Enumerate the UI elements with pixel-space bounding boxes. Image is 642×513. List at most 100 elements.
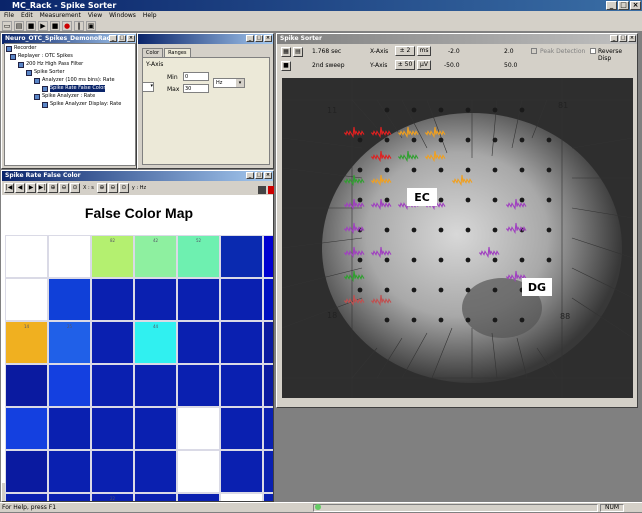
y-zoom-fit-icon[interactable]: ⊙	[118, 183, 129, 193]
yaxis-select[interactable]: ± 50	[395, 60, 415, 70]
tree-item[interactable]: Spike Sorter	[26, 69, 65, 76]
unit-select[interactable]: Hz ▾	[213, 78, 245, 88]
first-icon[interactable]: |◀	[4, 183, 14, 193]
unit-select-value: Hz	[216, 80, 223, 86]
max-field[interactable]	[183, 84, 209, 93]
props-close-button[interactable]: ×	[264, 35, 272, 42]
next-icon[interactable]: ▶	[26, 183, 36, 193]
menu-windows[interactable]: Windows	[109, 11, 136, 20]
left-select[interactable]: ▾	[142, 82, 154, 92]
min-field[interactable]	[183, 72, 209, 81]
tree-item[interactable]: Recorder	[6, 45, 36, 52]
x-unit-label: X : s	[83, 185, 94, 191]
save-icon[interactable]: ■	[281, 61, 291, 71]
grid-cell	[220, 407, 263, 450]
fcm-maximize-button[interactable]: □	[255, 172, 263, 179]
electrode-dot	[411, 167, 417, 173]
electrode-dot	[438, 227, 444, 233]
yaxis-unit[interactable]: µV	[417, 60, 431, 70]
rack-maximize-button[interactable]: □	[118, 35, 126, 42]
fcm-toolbar: |◀ ◀ ▶ ▶| ⊕ ⊖ ⊙ X : s ⊕ ⊖ ⊙ y : Hz	[2, 181, 273, 195]
fcm-minimize-button[interactable]: _	[246, 172, 254, 179]
status-progress-panel	[313, 504, 598, 512]
menu-edit[interactable]: Edit	[21, 11, 33, 20]
xaxis-select[interactable]: ± 2	[395, 46, 415, 56]
electrode-dot	[384, 227, 390, 233]
pause-icon[interactable]: ‖	[74, 21, 84, 31]
y-zoom-in-icon[interactable]: ⊕	[96, 183, 107, 193]
y-unit-label: y : Hz	[131, 185, 147, 191]
tree-item-selected[interactable]: Spike Rate False Color	[42, 85, 106, 92]
grid-cell	[134, 493, 177, 501]
grid-cell	[91, 450, 134, 493]
fcm-heading: False Color Map	[84, 205, 194, 221]
peak-detection-checkbox[interactable]	[531, 48, 537, 54]
grid-cell	[220, 278, 263, 321]
electrode-dot	[384, 317, 390, 323]
open-icon[interactable]: ▤	[14, 21, 24, 31]
props-minimize-button[interactable]: _	[246, 35, 254, 42]
grid-cell	[48, 493, 91, 501]
ss-close-button[interactable]: ×	[628, 35, 636, 42]
tree-item[interactable]: Spike Analyzer Display: Rate	[42, 101, 121, 108]
analyzer-icon	[34, 93, 40, 100]
zoom-in-icon[interactable]: ⊕	[48, 183, 58, 193]
maximize-button[interactable]: □	[618, 1, 629, 10]
color-grid: 82 42 52 14 25 44 22	[5, 235, 273, 501]
prev-icon[interactable]: ◀	[15, 183, 25, 193]
xaxis-unit[interactable]: ms	[417, 46, 431, 56]
tree-item[interactable]: Analyzer (100 ms bins): Rate	[34, 77, 115, 84]
last-icon[interactable]: ▶|	[37, 183, 47, 193]
rack-minimize-button[interactable]: _	[109, 35, 117, 42]
fcm-close-button[interactable]: ×	[264, 172, 272, 179]
electrode-label-br: 88	[560, 312, 570, 321]
grid-icon[interactable]: ▤	[293, 47, 303, 57]
props-maximize-button[interactable]: □	[255, 35, 263, 42]
menu-file[interactable]: File	[4, 11, 14, 20]
recorder-icon	[6, 45, 12, 52]
fcm-titlebar: Spike Rate False Color _ □ ×	[2, 171, 273, 181]
grid-cell: 52	[177, 235, 220, 278]
y-zoom-out-icon[interactable]: ⊖	[107, 183, 118, 193]
grid-cell	[134, 364, 177, 407]
grid-cell	[220, 450, 263, 493]
rack-close-button[interactable]: ×	[127, 35, 135, 42]
region-ec-label: EC	[414, 191, 430, 204]
grid-cell	[5, 407, 48, 450]
electrode-dot	[519, 137, 525, 143]
status-led-icon	[315, 504, 321, 510]
tree-item[interactable]: Replayer : OTC Spikes	[10, 53, 73, 60]
layout-icon[interactable]: ▦	[281, 47, 291, 57]
view-icon[interactable]: ▣	[86, 21, 96, 31]
zoom-fit-icon[interactable]: ⊙	[70, 183, 80, 193]
save-icon[interactable]	[258, 186, 266, 194]
record-icon[interactable]: ●	[62, 21, 72, 31]
ss-minimize-button[interactable]: _	[610, 35, 618, 42]
play-icon[interactable]: ▶	[38, 21, 48, 31]
tree-item[interactable]: Spike Analyzer : Rate	[34, 93, 95, 100]
electrode-dot	[492, 317, 498, 323]
status-text: For Help, press F1	[2, 504, 57, 511]
menu-view[interactable]: View	[88, 11, 102, 20]
menu-help[interactable]: Help	[143, 11, 157, 20]
menu-measurement[interactable]: Measurement	[40, 11, 81, 20]
new-icon[interactable]: ▭	[2, 21, 12, 31]
grid-cell	[134, 450, 177, 493]
properties-titlebar: _ □ ×	[138, 34, 273, 44]
reverse-disp-checkbox[interactable]	[590, 48, 596, 54]
electrode-dot	[384, 167, 390, 173]
tree-item[interactable]: 200 Hz High Pass Filter	[18, 61, 83, 68]
minimize-button[interactable]: _	[606, 1, 617, 10]
grid-cell: 82	[91, 235, 134, 278]
ss-maximize-button[interactable]: □	[619, 35, 627, 42]
close-button[interactable]: ×	[630, 1, 641, 10]
zoom-out-icon[interactable]: ⊖	[59, 183, 69, 193]
electrode-dot	[492, 227, 498, 233]
grid-cell	[263, 493, 273, 501]
save-icon[interactable]: ■	[26, 21, 36, 31]
color-swatch-icon[interactable]	[268, 186, 274, 194]
stop-icon[interactable]: ■	[50, 21, 60, 31]
electrode-dot	[546, 257, 552, 263]
reverse-disp-label: Reverse Disp	[598, 48, 623, 62]
yaxis-group-label: Y-Axis	[146, 61, 164, 68]
